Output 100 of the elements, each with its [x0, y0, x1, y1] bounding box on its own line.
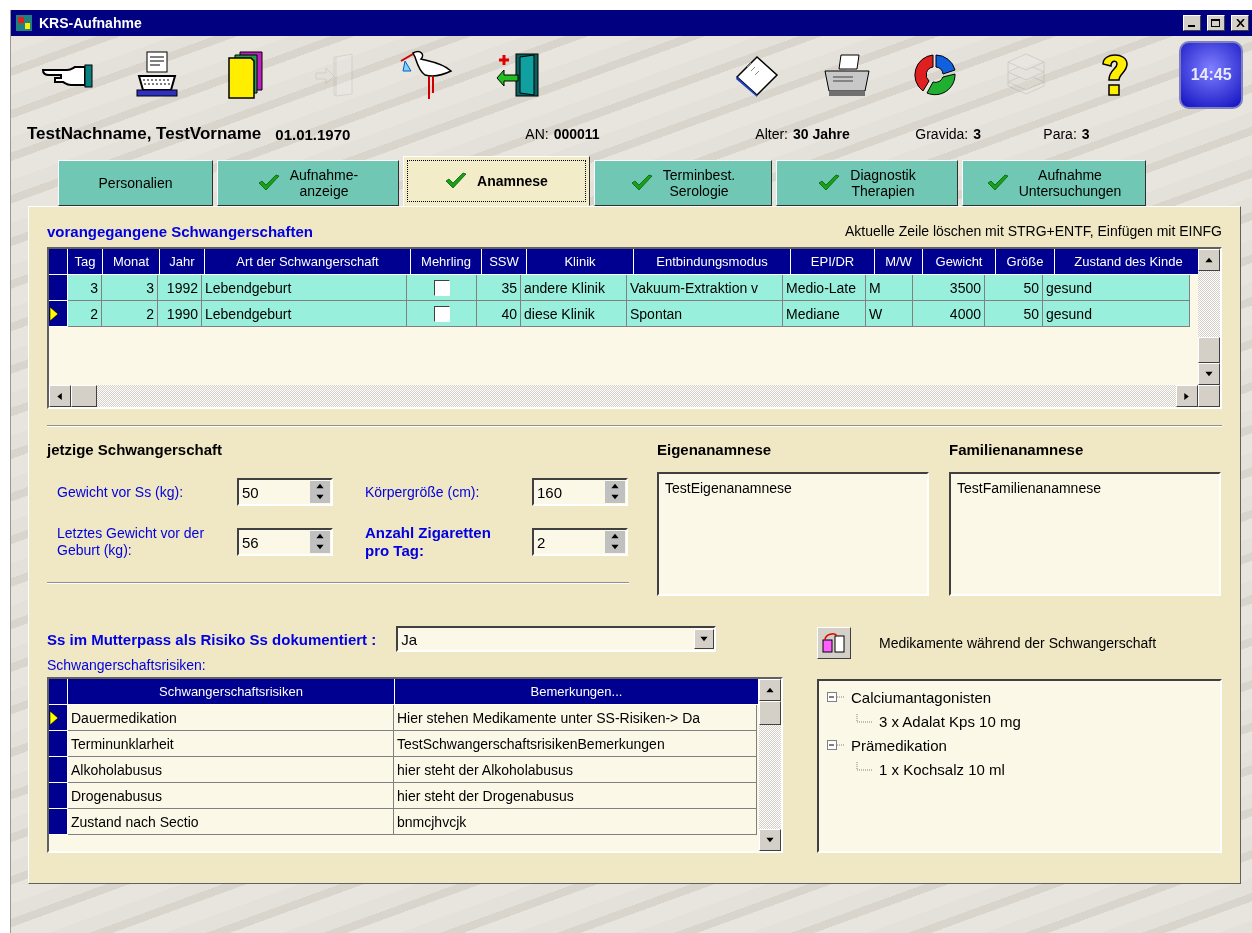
number-field[interactable]: 160	[532, 478, 628, 506]
window-title: KRS-Aufnahme	[39, 15, 143, 31]
column-header[interactable]: Bemerkungen...	[395, 679, 759, 705]
table-cell: Lebendgeburt	[202, 301, 407, 327]
collapse-icon[interactable]	[827, 691, 847, 703]
vertical-scrollbar[interactable]	[759, 679, 781, 851]
tab[interactable]: Personalien	[58, 160, 213, 206]
field-label: Ss im Mutterpass als Risiko Ss dokumentiert :	[47, 630, 377, 648]
table-cell: Zustand nach Sectio	[68, 809, 394, 835]
column-header[interactable]: M/W	[875, 249, 923, 275]
collapse-icon[interactable]	[827, 739, 847, 751]
column-header[interactable]: SSW	[482, 249, 527, 275]
column-header[interactable]: EPI/DR	[791, 249, 875, 275]
tree-item[interactable]: Prämedikation	[851, 736, 947, 754]
scroll-up-button[interactable]	[1198, 249, 1220, 271]
dropdown[interactable]: Ja	[396, 626, 717, 652]
arrow-up-icon	[610, 482, 620, 491]
column-header[interactable]: Art der Schwangerschaft	[205, 249, 411, 275]
tab[interactable]: Anamnese	[403, 156, 590, 206]
arrow-left-icon	[55, 391, 65, 401]
scroll-down-button[interactable]	[1198, 363, 1220, 385]
table-cell: Medio-Late	[783, 275, 866, 301]
row-marker[interactable]	[49, 809, 68, 835]
table-cell: 1990	[158, 301, 202, 327]
text-area[interactable]: TestEigenanamnese	[657, 472, 929, 596]
scroll-up-button[interactable]	[759, 679, 781, 701]
arrow-down-icon	[1204, 369, 1214, 379]
row-marker[interactable]	[49, 301, 68, 327]
table-cell: Alkoholabusus	[68, 757, 394, 783]
number-field[interactable]: 56	[237, 528, 333, 556]
arrow-up-icon	[315, 482, 325, 491]
notepad-icon[interactable]	[733, 53, 781, 97]
tree-item[interactable]: 3 x Adalat Kps 10 mg	[879, 712, 1021, 730]
row-marker[interactable]	[49, 731, 68, 757]
checkbox[interactable]	[433, 279, 450, 296]
app-icon	[15, 14, 33, 32]
table-cell: Mediane	[783, 301, 866, 327]
table-cell: Drogenabusus	[68, 783, 394, 809]
table-cell: 50	[985, 301, 1043, 327]
column-header[interactable]: Schwangerschaftsrisiken	[68, 679, 395, 705]
patient-name: TestNachname, TestVorname	[27, 124, 262, 144]
column-header[interactable]: Jahr	[160, 249, 205, 275]
column-header[interactable]: Tag	[68, 249, 103, 275]
dropdown-button[interactable]	[694, 629, 715, 649]
clock-button[interactable]: 14:45	[1179, 41, 1243, 109]
table-cell: Dauermedikation	[68, 705, 394, 731]
tab[interactable]: Terminbest. Serologie	[594, 160, 772, 206]
tab[interactable]: Aufnahme- anzeige	[217, 160, 399, 206]
field-label: Medikamente während der Schwangerschaft	[879, 635, 1157, 651]
table-cell: 3	[68, 275, 102, 301]
header-corner	[49, 679, 68, 705]
row-marker[interactable]	[49, 275, 68, 301]
close-button[interactable]	[1231, 15, 1249, 31]
row-marker[interactable]	[49, 705, 68, 731]
gravida-value: 3	[973, 126, 982, 142]
medication-button[interactable]	[817, 627, 851, 659]
minimize-button[interactable]	[1183, 15, 1201, 31]
spin-buttons[interactable]	[310, 531, 330, 553]
scroll-left-button[interactable]	[49, 385, 71, 407]
number-field[interactable]: 2	[532, 528, 628, 556]
tree-item[interactable]: Calciumantagonisten	[851, 688, 992, 706]
row-marker[interactable]	[49, 757, 68, 783]
table-cell: 1992	[158, 275, 202, 301]
vertical-scrollbar[interactable]	[1198, 249, 1220, 385]
an-value: 000011	[553, 126, 600, 142]
column-header[interactable]: Größe	[996, 249, 1055, 275]
typewriter-icon[interactable]	[134, 50, 179, 100]
maximize-button[interactable]	[1207, 15, 1225, 31]
column-header[interactable]: Mehrling	[411, 249, 482, 275]
scroll-thumb[interactable]	[1198, 337, 1220, 363]
text-area[interactable]: TestFamilienanamnese	[949, 472, 1221, 596]
tab[interactable]: Diagnostik Therapien	[776, 160, 958, 206]
scroll-thumb[interactable]	[71, 385, 97, 407]
checkbox[interactable]	[433, 305, 450, 322]
section-title: vorangegangene Schwangerschaften	[47, 222, 313, 240]
spin-buttons[interactable]	[605, 531, 625, 553]
column-header[interactable]: Zustand des Kinde	[1055, 249, 1198, 275]
current-row-icon	[49, 305, 59, 322]
tab[interactable]: Aufnahme Untersuchungen	[962, 160, 1146, 206]
number-field[interactable]: 50	[237, 478, 333, 506]
scroll-down-button[interactable]	[759, 829, 781, 851]
arrow-up-icon	[315, 532, 325, 541]
table-cell: 3	[102, 275, 158, 301]
spin-buttons[interactable]	[310, 481, 330, 503]
scroll-thumb[interactable]	[759, 701, 781, 725]
column-header[interactable]: Klinik	[527, 249, 634, 275]
row-marker[interactable]	[49, 783, 68, 809]
column-header[interactable]: Entbindungsmodus	[634, 249, 791, 275]
checkmark-icon	[818, 174, 841, 192]
horizontal-scrollbar[interactable]	[49, 385, 1220, 407]
table-cell: hier steht der Drogenabusus	[394, 783, 757, 809]
column-header[interactable]: Monat	[103, 249, 160, 275]
arrow-up-icon	[765, 685, 775, 695]
birth-date: 01.01.1970	[275, 125, 352, 143]
column-header[interactable]: Gewicht	[923, 249, 996, 275]
field-label: Anzahl Zigaretten pro Tag:	[365, 524, 492, 560]
tree-item[interactable]: 1 x Kochsalz 10 ml	[879, 760, 1005, 778]
spin-buttons[interactable]	[605, 481, 625, 503]
table-cell: bnmcjhvcjk	[394, 809, 757, 835]
scroll-right-button[interactable]	[1176, 385, 1198, 407]
